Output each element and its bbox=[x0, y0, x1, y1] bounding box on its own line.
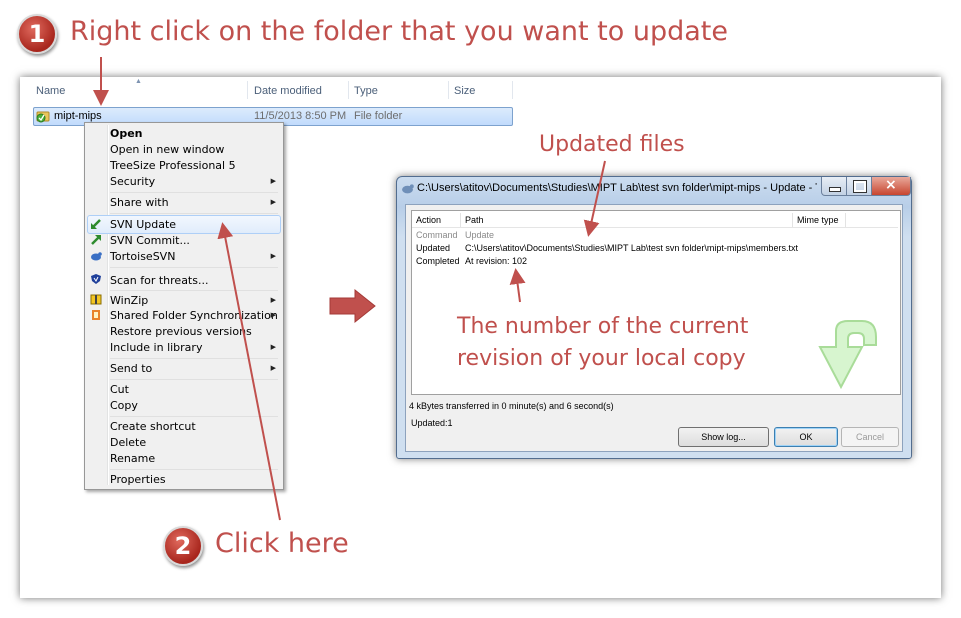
annotation-arrows bbox=[93, 57, 606, 521]
step2-pointer-arrow bbox=[217, 222, 281, 521]
revision-pointer-arrow bbox=[509, 268, 526, 303]
updated-files-pointer-arrow bbox=[583, 160, 606, 237]
